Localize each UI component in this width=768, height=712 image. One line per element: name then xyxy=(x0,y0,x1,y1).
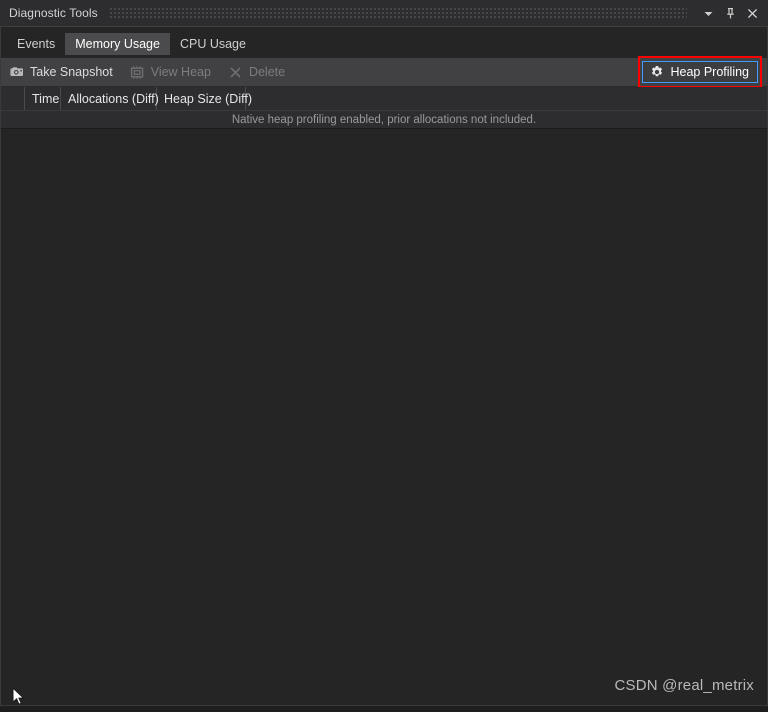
chevron-down-icon[interactable] xyxy=(697,3,719,24)
tab-memory-usage[interactable]: Memory Usage xyxy=(65,33,170,55)
pin-icon[interactable] xyxy=(719,3,741,24)
tab-events[interactable]: Events xyxy=(7,33,65,55)
delete-label: Delete xyxy=(248,65,286,79)
heap-profiling-container: Heap Profiling xyxy=(638,56,762,88)
camera-icon xyxy=(8,64,25,80)
snapshot-table-body[interactable] xyxy=(0,130,768,706)
heap-profiling-label: Heap Profiling xyxy=(670,65,749,79)
column-header-gutter xyxy=(0,87,25,110)
diagnostic-tools-window: Diagnostic Tools Events Memory Usage CPU… xyxy=(0,0,768,706)
memory-chip-icon xyxy=(129,64,146,80)
memory-usage-toolbar: Take Snapshot View Heap Delete Heap Prof… xyxy=(0,56,768,88)
delete-button[interactable]: Delete xyxy=(222,61,293,83)
status-message: Native heap profiling enabled, prior all… xyxy=(231,113,537,126)
close-icon[interactable] xyxy=(741,3,763,24)
view-heap-button[interactable]: View Heap xyxy=(124,61,219,83)
close-x-icon xyxy=(227,64,244,80)
column-header-filler xyxy=(246,87,768,110)
window-titlebar: Diagnostic Tools xyxy=(0,0,768,27)
window-title: Diagnostic Tools xyxy=(9,6,98,20)
view-heap-label: View Heap xyxy=(150,65,211,79)
titlebar-button-group xyxy=(697,0,768,27)
column-header-time[interactable]: Time xyxy=(25,87,61,110)
tab-strip: Events Memory Usage CPU Usage xyxy=(0,27,768,58)
watermark-text: CSDN @real_metrix xyxy=(614,677,754,694)
status-message-bar: Native heap profiling enabled, prior all… xyxy=(0,111,768,129)
snapshot-table-header: Time Allocations (Diff) Heap Size (Diff) xyxy=(0,87,768,111)
take-snapshot-label: Take Snapshot xyxy=(30,65,113,79)
take-snapshot-button[interactable]: Take Snapshot xyxy=(3,61,121,83)
panel-edge-left xyxy=(0,27,1,706)
gear-icon xyxy=(648,64,665,80)
titlebar-grip[interactable] xyxy=(109,7,687,19)
heap-profiling-button[interactable]: Heap Profiling xyxy=(642,61,758,83)
column-header-heap-size-diff[interactable]: Heap Size (Diff) xyxy=(157,87,252,110)
tab-cpu-usage[interactable]: CPU Usage xyxy=(170,33,256,55)
column-header-allocations-diff[interactable]: Allocations (Diff) xyxy=(61,87,159,110)
